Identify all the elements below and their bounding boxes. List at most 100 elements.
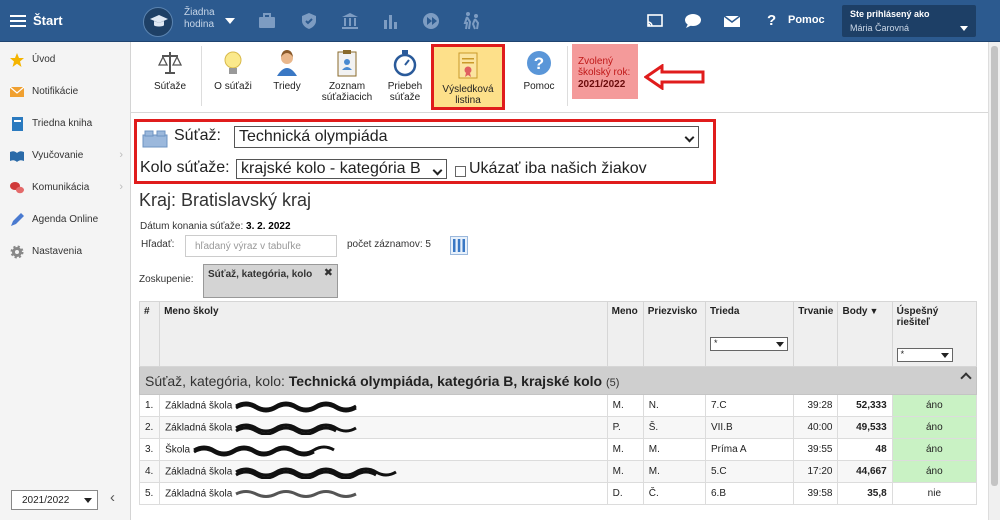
messages-icon[interactable] — [683, 11, 703, 31]
forward-circle-icon[interactable] — [421, 11, 441, 31]
hour-selector-label[interactable]: Žiadna hodina — [184, 7, 220, 31]
column-header-last-name[interactable]: Priezvisko — [642, 301, 706, 367]
lightbulb-icon — [224, 51, 242, 74]
region-title: Kraj: Bratislavský kraj — [139, 190, 312, 210]
close-icon[interactable]: ✖ — [324, 266, 333, 279]
competition-label: Súťaž: — [174, 127, 221, 144]
group-value: Technická olympiáda, kategória B, krajsk… — [288, 372, 603, 389]
redaction-scribble — [235, 467, 398, 479]
sidebar-item-nastavenia[interactable]: Nastavenia — [0, 236, 131, 268]
graduation-cap-icon[interactable] — [143, 7, 173, 37]
sidebar-item-triedna-kniha[interactable]: Triedna kniha — [0, 108, 131, 140]
sidebar-item-vyucovanie[interactable]: Vyučovanie › — [0, 140, 131, 172]
toolbar-button-triedy[interactable]: Triedy — [265, 44, 309, 110]
toolbar-button-pomoc[interactable]: ? Pomoc — [517, 44, 561, 110]
competition-date-value: 3. 2. 2022 — [246, 221, 291, 232]
chevron-down-icon — [940, 353, 949, 358]
competition-select[interactable]: Technická olympiáda — [234, 126, 699, 148]
school-year-select[interactable]: 2021/2022 — [11, 490, 98, 510]
help-link[interactable]: Pomoc — [788, 14, 825, 26]
sidebar-item-label: Nastavenia — [32, 246, 83, 257]
sidebar-item-uvod[interactable]: Úvod — [0, 44, 131, 76]
star-icon — [10, 53, 24, 67]
column-header-school[interactable]: Meno školy — [159, 301, 608, 367]
columns-icon[interactable] — [450, 236, 468, 255]
table-row[interactable]: 3. Škola M. M. Príma A 39:55 48 áno — [138, 438, 978, 461]
school-name: Základná škola — [165, 488, 233, 500]
sidebar-item-notifikacie[interactable]: Notifikácie — [0, 76, 131, 108]
school-name: Základná škola — [165, 400, 233, 412]
help-icon[interactable]: ? — [767, 12, 776, 29]
school-year-value: 2021/2022 — [22, 495, 70, 506]
only-our-students-checkbox[interactable] — [455, 166, 466, 177]
selected-school-year-caption: Zvolený školský rok: — [578, 56, 631, 78]
walking-kids-icon[interactable] — [462, 11, 482, 31]
record-count: počet záznamov: 5 — [347, 239, 431, 250]
bank-icon[interactable] — [340, 11, 360, 31]
class-filter-select[interactable]: * — [709, 337, 788, 351]
user-name: Mária Čarovná — [850, 23, 910, 33]
top-navbar: Štart Žiadna hodina ? Pomoc Ste prihláse… — [0, 0, 1000, 42]
bar-chart-icon[interactable] — [381, 11, 401, 31]
table-row[interactable]: 4. Základná škola M. M. 5.C 17:20 44,667… — [138, 460, 978, 483]
successful-filter-select[interactable]: * — [896, 348, 953, 362]
table-row[interactable]: 1. Základná škola M. N. 7.C 39:28 52,333… — [138, 394, 978, 417]
column-header-points[interactable]: Body ▼ — [837, 301, 893, 367]
search-label: Hľadať: — [141, 239, 175, 250]
toolbar-button-o-sutazi[interactable]: O súťaži — [209, 44, 257, 110]
competition-date: Dátum konania súťaže: 3. 2. 2022 — [140, 221, 291, 232]
search-input[interactable]: hľadaný výraz v tabuľke — [185, 235, 337, 257]
redaction-scribble — [235, 423, 358, 435]
toolbar-button-sutaze[interactable]: Súťaže — [147, 44, 193, 110]
scrollbar-thumb[interactable] — [991, 46, 998, 486]
cast-icon[interactable] — [645, 11, 665, 31]
vertical-scrollbar[interactable] — [988, 42, 1000, 520]
module-toolbar: Súťaže O súťaži Triedy Zoznam súťažiacic… — [131, 42, 988, 113]
sidebar-item-label: Komunikácia — [32, 182, 90, 193]
table-row[interactable]: 2. Základná škola P. Š. VII.B 40:00 49,5… — [138, 416, 978, 439]
toolbar-button-zoznam-sutaziacich[interactable]: Zoznam súťažiacich — [315, 44, 379, 110]
collapse-group-icon[interactable] — [960, 372, 972, 384]
round-select[interactable]: krajské kolo - kategória B — [236, 159, 447, 179]
menu-icon[interactable] — [10, 15, 26, 27]
mail-icon[interactable] — [722, 11, 742, 31]
toolbar-button-priebeh-sutaze[interactable]: Priebeh súťaže — [383, 44, 427, 110]
group-header-row[interactable]: Súťaž, kategória, kolo: Technická olympi… — [139, 366, 977, 395]
toolbar-divider — [201, 46, 202, 106]
table-row[interactable]: 5. Základná škola D. Č. 6.B 39:58 35,8 n… — [138, 482, 978, 505]
column-header-class[interactable]: Trieda * — [704, 301, 795, 367]
column-header-successful[interactable]: Úspešný riešiteľ * — [891, 301, 978, 367]
help-circle-icon: ? — [527, 51, 551, 75]
column-header-number[interactable]: # — [138, 301, 161, 367]
briefcase-icon[interactable] — [257, 11, 277, 31]
open-book-icon — [10, 151, 24, 162]
sidebar-item-label: Agenda Online — [32, 214, 99, 225]
sidebar-item-label: Vyučovanie — [32, 150, 84, 161]
column-header-first-name[interactable]: Meno — [606, 301, 644, 367]
redaction-scribble — [235, 489, 357, 498]
toolbar-button-vysledkova-listina[interactable]: Výsledková listina — [431, 44, 505, 110]
chat-bubbles-icon — [10, 182, 24, 194]
collapse-sidebar-icon[interactable]: ‹ — [110, 489, 115, 506]
column-header-duration[interactable]: Trvanie — [793, 301, 839, 367]
shield-icon[interactable] — [299, 11, 319, 31]
sort-desc-icon[interactable]: ▼ — [869, 306, 878, 316]
selected-school-year-value: 2021/2022 — [578, 79, 626, 90]
scales-icon — [157, 52, 183, 74]
sidebar-item-komunikacia[interactable]: Komunikácia › — [0, 172, 131, 204]
blocks-icon — [142, 130, 168, 148]
chevron-down-icon[interactable] — [225, 18, 235, 24]
app-title[interactable]: Štart — [33, 13, 63, 28]
clipboard-list-icon — [337, 50, 357, 77]
grouping-chip[interactable]: Súťaž, kategória, kolo ✖ — [203, 264, 338, 298]
sidebar: Úvod Notifikácie Triedna kniha Vyučovani… — [0, 42, 131, 520]
round-value: krajské kolo - kategória B — [241, 160, 421, 177]
chevron-down-icon — [84, 498, 92, 503]
group-count: (5) — [605, 376, 620, 389]
user-caption: Ste prihlásený ako — [850, 9, 930, 19]
chevron-down-icon[interactable] — [960, 26, 968, 31]
only-our-students-label[interactable]: Ukázať iba našich žiakov — [469, 160, 647, 178]
sidebar-item-agenda-online[interactable]: Agenda Online — [0, 204, 131, 236]
school-name: Škola — [165, 444, 191, 456]
user-menu[interactable]: Ste prihlásený ako Mária Čarovná — [842, 5, 976, 37]
